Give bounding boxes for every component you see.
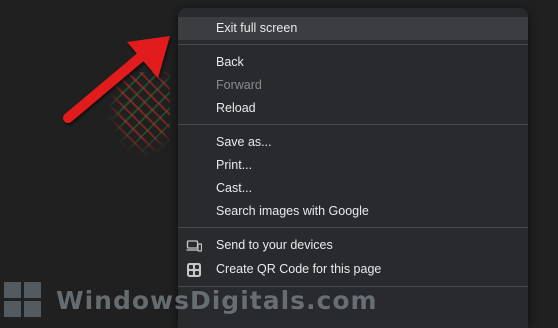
watermark: WindowsDigitals.com xyxy=(4,280,378,320)
menu-item-forward: Forward xyxy=(178,74,528,97)
menu-item-cast[interactable]: Cast... xyxy=(178,177,528,200)
menu-item-create-qr-code[interactable]: Create QR Code for this page xyxy=(178,258,528,281)
menu-item-label: Reload xyxy=(216,101,256,115)
watermark-text: WindowsDigitals.com xyxy=(56,285,378,315)
menu-item-back[interactable]: Back xyxy=(178,51,528,74)
qr-code-icon xyxy=(187,263,201,277)
menu-item-label: Create QR Code for this page xyxy=(216,262,382,276)
menu-item-label: Back xyxy=(216,55,244,69)
menu-divider xyxy=(178,124,528,125)
menu-item-label: Print... xyxy=(216,158,253,172)
menu-divider xyxy=(178,227,528,228)
menu-item-print[interactable]: Print... xyxy=(178,154,528,177)
menu-item-search-images[interactable]: Search images with Google xyxy=(178,200,528,223)
menu-item-label: Send to your devices xyxy=(216,238,333,252)
red-arrow-icon xyxy=(63,36,170,123)
devices-icon xyxy=(186,240,202,252)
windows-logo-icon xyxy=(4,282,42,318)
menu-item-reload[interactable]: Reload xyxy=(178,97,528,120)
menu-divider xyxy=(178,44,528,45)
menu-item-label: Cast... xyxy=(216,181,253,195)
menu-item-label: Forward xyxy=(216,78,262,92)
menu-item-label: Search images with Google xyxy=(216,204,369,218)
menu-item-label: Exit full screen xyxy=(216,21,298,35)
menu-item-exit-full-screen[interactable]: Exit full screen xyxy=(178,17,528,40)
menu-item-label: Save as... xyxy=(216,135,272,149)
menu-item-send-to-devices[interactable]: Send to your devices xyxy=(178,234,528,257)
menu-item-save-as[interactable]: Save as... xyxy=(178,131,528,154)
